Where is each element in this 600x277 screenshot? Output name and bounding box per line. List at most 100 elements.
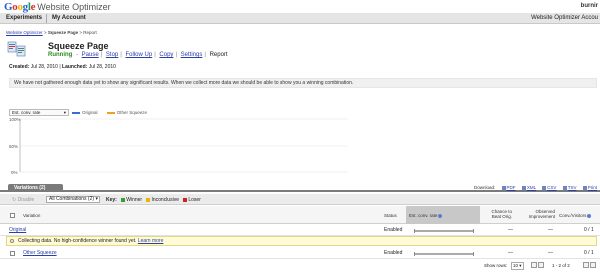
collecting-text: Collecting data. No high-confidence winn… <box>18 238 137 244</box>
learn-more-link[interactable]: Learn more <box>138 238 164 244</box>
status-running: Running <box>48 52 73 58</box>
metric-select[interactable]: Est. conv. rate ▾ <box>9 109 69 116</box>
conv-rate-bar <box>414 252 474 256</box>
download-label: Download: <box>474 185 496 190</box>
next-page-button[interactable] <box>583 262 589 268</box>
download-tsv[interactable]: TSV <box>562 185 576 190</box>
experiment-status-line: Running - Pause | Stop | Follow Up | Copy | … <box>48 52 228 58</box>
legend-item: Original <box>72 110 98 115</box>
chance-value: — <box>508 227 513 233</box>
launched-label: Launched: <box>62 64 88 70</box>
disable-button[interactable]: ↻ Disable <box>12 197 34 203</box>
legend-label: Other Squeeze <box>116 110 148 115</box>
stop-link[interactable]: Stop <box>106 52 118 58</box>
conversion-chart: 100% 50% 0% <box>9 117 348 175</box>
show-rows-value: 10 <box>513 263 519 268</box>
col-chance[interactable]: Chance to Beat Orig. <box>486 209 512 219</box>
info-icon <box>10 239 14 243</box>
follow-up-link[interactable]: Follow Up <box>126 52 153 58</box>
pdf-icon <box>501 185 506 190</box>
table-row: Original Enabled — — 0 / 1 <box>0 225 600 236</box>
key-label: Key: <box>106 197 117 203</box>
breadcrumb: Website Optimizer > Squeeze Page > Repor… <box>6 30 97 35</box>
legend-swatch <box>72 111 80 114</box>
user-name: burnir <box>580 3 598 9</box>
nav-bar: Experiments My Account Website Optimizer… <box>0 13 600 24</box>
col-ecr-label: Est. conv. rate <box>409 213 438 218</box>
chart-legend: Original Other Squeeze <box>72 110 155 115</box>
created-date: Jul 28, 2010 <box>30 64 58 70</box>
copy-link[interactable]: Copy <box>159 52 173 58</box>
combination-select-value: All Combinations (2) <box>49 196 95 202</box>
csv-icon <box>542 185 547 190</box>
table-row: Other Squeeze Enabled — — 0 / 1 <box>0 248 600 259</box>
tsv-icon <box>562 185 567 190</box>
download-csv[interactable]: CSV <box>542 185 556 190</box>
first-page-button[interactable] <box>531 262 537 268</box>
chevron-down-icon: ▾ <box>63 110 66 115</box>
y-tick-label: 50% <box>9 144 18 149</box>
col-observed-line2: Improvement <box>528 214 555 219</box>
launched-date: Jul 28, 2010 <box>88 64 116 70</box>
page-nav-next <box>582 262 596 268</box>
insufficient-data-notice: We have not gathered enough data yet to … <box>9 78 597 88</box>
download-print[interactable]: Print <box>582 185 597 190</box>
variation-name-link[interactable]: Other Squeeze <box>23 250 57 256</box>
logo-google-text: Google <box>4 1 36 13</box>
report-label: Report <box>209 52 228 58</box>
select-all-checkbox[interactable] <box>10 213 15 218</box>
help-icon[interactable] <box>438 213 443 218</box>
winner-swatch <box>121 197 126 202</box>
y-tick-label: 100% <box>9 117 21 122</box>
download-xml[interactable]: XML <box>521 185 536 190</box>
collecting-data-notice: Collecting data. No high-confidence winn… <box>6 236 597 246</box>
row-checkbox[interactable] <box>10 251 15 256</box>
col-chance-line2: Beat Orig. <box>491 214 512 219</box>
page-title: Squeeze Page <box>48 41 109 51</box>
chevron-down-icon: ▾ <box>95 196 98 202</box>
experiment-icon <box>7 41 26 57</box>
combination-select[interactable]: All Combinations (2) ▾ <box>46 196 100 203</box>
prev-page-button[interactable] <box>538 262 544 268</box>
legend-label: Original <box>82 110 98 115</box>
breadcrumb-home[interactable]: Website Optimizer <box>6 30 43 35</box>
variation-name-link[interactable]: Original <box>9 227 26 233</box>
disable-icon: ↻ <box>12 197 17 203</box>
nav-my-account[interactable]: My Account <box>48 14 90 23</box>
xml-icon <box>521 185 526 190</box>
y-tick-label: 0% <box>11 170 18 175</box>
col-observed[interactable]: Observed Improvement <box>523 209 555 219</box>
nav-experiments[interactable]: Experiments <box>2 14 48 23</box>
metric-select-value: Est. conv. rate <box>12 110 41 115</box>
logo-product-text: Website Optimizer <box>37 2 111 12</box>
legend-swatch <box>106 111 115 114</box>
col-ecr[interactable]: Est. conv. rate <box>409 213 443 218</box>
tab-variations[interactable]: Variations (2) <box>8 184 63 192</box>
pagination-bar: Show rows: 10 ▾ 1 - 2 of 2 <box>0 262 600 271</box>
disable-label: Disable <box>17 197 35 203</box>
col-status[interactable]: Status <box>384 213 397 218</box>
download-pdf[interactable]: PDF <box>501 185 516 190</box>
legend-item: Other Squeeze <box>106 110 148 115</box>
col-conv[interactable]: Conv./Visitors <box>559 213 592 218</box>
variation-status: Enabled <box>384 250 403 256</box>
key-inconclusive: Inconclusive <box>151 197 179 203</box>
download-bar: Download: PDF XML CSV TSV Print <box>474 185 597 190</box>
page-nav <box>530 262 544 268</box>
result-key: Key: Winner Inconclusive Loser <box>106 197 201 203</box>
col-conv-label: Conv./Visitors <box>559 213 587 218</box>
chance-value: — <box>508 250 513 256</box>
settings-link[interactable]: Settings <box>181 52 203 58</box>
last-page-button[interactable] <box>590 262 596 268</box>
conv-visitors-value: 0 / 1 <box>584 227 594 233</box>
google-logo[interactable]: Google Website Optimizer <box>4 1 111 13</box>
help-icon[interactable] <box>587 213 592 218</box>
variation-status: Enabled <box>384 227 403 233</box>
conv-visitors-value: 0 / 1 <box>584 250 594 256</box>
pause-link[interactable]: Pause <box>82 52 99 58</box>
col-variation[interactable]: Variation <box>23 213 40 218</box>
show-rows-select[interactable]: 10 ▾ <box>511 262 524 270</box>
print-icon <box>582 185 587 190</box>
nav-account-label[interactable]: Website Optimizer Accou <box>531 14 598 23</box>
top-bar: Google Website Optimizer burnir <box>0 0 600 13</box>
